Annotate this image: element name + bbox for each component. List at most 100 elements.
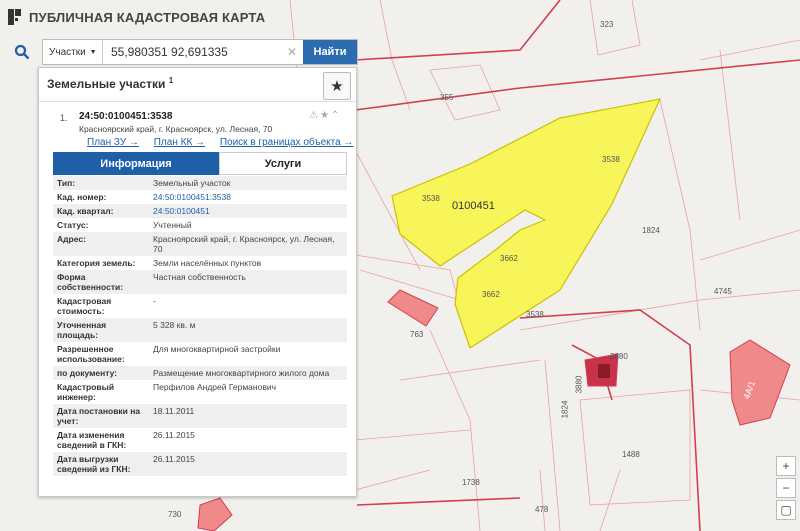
table-row: Дата постановки на учет: 18.11.2011 (53, 404, 347, 428)
row-value: Земли населённых пунктов (153, 258, 262, 268)
map-label-478: 478 (535, 505, 549, 514)
row-key: Кадастровый инженер: (57, 382, 115, 402)
row-key: Адрес: (57, 234, 86, 244)
row-value: Учтенный (153, 220, 192, 230)
search-in-bounds-link[interactable]: Поиск в границах объекта → (220, 137, 354, 148)
search-button[interactable] (8, 39, 36, 65)
map-label-3662-a: 3662 (500, 254, 518, 263)
app-title: ПУБЛИЧНАЯ КАДАСТРОВАЯ КАРТА (29, 9, 266, 25)
search-bar: Участки ▼ ✕ Найти (8, 39, 358, 65)
result-address: Красноярский край, г. Красноярск, ул. Ле… (79, 124, 273, 134)
row-value: Земельный участок (153, 178, 231, 188)
star-icon: ★ (330, 78, 344, 95)
map-label-3538-c: 3538 (526, 310, 544, 319)
table-row: Кад. номер: 24:50:0100451:3538 (53, 190, 347, 204)
table-row: Категория земель: Земли населённых пункто… (53, 256, 347, 270)
map-label-3880-b: 3880 (574, 375, 584, 394)
row-value: Частная собственность (153, 272, 246, 282)
map-tool-button[interactable]: − (776, 478, 796, 498)
table-row: Разрешенное использование: Для многокварт… (53, 342, 347, 366)
map-label-355: 355 (440, 93, 454, 102)
map-label-3538-b: 3538 (422, 194, 440, 203)
clear-icon[interactable]: ✕ (285, 45, 299, 59)
row-key: Разрешенное использование: (57, 344, 125, 364)
row-key: Категория земель: (57, 258, 136, 268)
favorite-button[interactable]: ★ (323, 72, 351, 100)
table-row: по документу: Размещение многоквартирного… (53, 366, 347, 380)
row-key: Кад. номер: (57, 192, 107, 202)
warning-icon[interactable]: ⚠ (309, 110, 320, 121)
row-key: Дата выгрузки сведений из ГКН: (57, 454, 131, 474)
map-label-3538-a: 3538 (602, 155, 620, 164)
row-key: Уточненная площадь: (57, 320, 107, 340)
result-links: План ЗУ → План КК → Поиск в границах объ… (87, 137, 356, 148)
row-value: Для многоквартирной застройки (153, 344, 281, 354)
result-cad-number[interactable]: 24:50:0100451:3538 (79, 111, 172, 122)
minus-icon: − (782, 481, 790, 495)
chevron-up-icon[interactable]: ⌃ (331, 110, 341, 121)
table-row: Кадастровая стоимость: - (53, 294, 347, 318)
zoom-in-button[interactable]: + (776, 456, 796, 476)
row-value-link[interactable]: 24:50:0100451 (149, 204, 347, 218)
map-label-1738: 1738 (462, 478, 480, 487)
tab-information[interactable]: Информация (53, 152, 219, 175)
row-value: Перфилов Андрей Германович (153, 382, 277, 392)
table-row: Кадастровый инженер: Перфилов Андрей Герм… (53, 380, 347, 404)
info-panel: Земельные участки 1 ★ 1. 24:50:0100451:3… (38, 67, 357, 497)
table-row: Кад. квартал: 24:50:0100451 (53, 204, 347, 218)
map-label-4745: 4745 (714, 287, 732, 296)
plan-zu-link[interactable]: План ЗУ → (87, 137, 139, 148)
info-table: Тип: Земельный участок Кад. номер: 24:50:0… (53, 176, 347, 476)
search-box: Участки ▼ ✕ Найти (42, 39, 358, 65)
map-label-323: 323 (600, 20, 614, 29)
map-label-3662-b: 3662 (482, 290, 500, 299)
row-value: 5 328 кв. м (153, 320, 196, 330)
map-label-1488: 1488 (622, 450, 640, 459)
table-row: Статус: Учтенный (53, 218, 347, 232)
map-tool-button-2[interactable]: ▢ (776, 500, 796, 520)
row-key: Форма собственности: (57, 272, 124, 292)
row-value-link[interactable]: 24:50:0100451:3538 (149, 190, 347, 204)
panel-title-count: 1 (168, 76, 174, 85)
logo-icon (8, 9, 21, 25)
plan-kk-link[interactable]: План КК → (154, 137, 205, 148)
layers-icon: ▢ (780, 503, 792, 517)
row-key: Дата постановки на учет: (57, 406, 141, 426)
search-type-label: Участки (49, 46, 86, 58)
row-key: по документу: (57, 368, 118, 378)
table-row: Уточненная площадь: 5 328 кв. м (53, 318, 347, 342)
row-value: 18.11.2011 (153, 406, 195, 416)
find-button[interactable]: Найти (303, 40, 357, 64)
search-input[interactable] (107, 40, 291, 64)
row-value: 26.11.2015 (153, 430, 195, 440)
row-key: Дата изменения сведений в ГКН: (57, 430, 127, 450)
chevron-down-icon: ▼ (89, 48, 97, 56)
row-key: Тип: (57, 178, 76, 188)
table-row: Тип: Земельный участок (53, 176, 347, 190)
panel-title-text: Земельные участки (47, 77, 166, 91)
divider (39, 101, 356, 102)
map-label-3880-a: 3880 (610, 352, 628, 361)
table-row: Форма собственности: Частная собственност… (53, 270, 347, 294)
map-label-763: 763 (410, 330, 424, 339)
map-label-1824-a: 1824 (642, 226, 660, 235)
table-row: Дата изменения сведений в ГКН: 26.11.2015 (53, 428, 347, 452)
row-value: 26.11.2015 (153, 454, 195, 464)
map-label-quarter: 0100451 (452, 200, 495, 212)
table-row: Дата выгрузки сведений из ГКН: 26.11.2015 (53, 452, 347, 476)
row-value: - (153, 296, 156, 306)
map-label-730: 730 (168, 510, 182, 519)
result-number: 1. (60, 113, 68, 123)
row-key: Кад. квартал: (57, 206, 114, 216)
panel-title: Земельные участки 1 (47, 76, 173, 91)
row-value: Размещение многоквартирного жилого дома (153, 368, 330, 378)
tab-services[interactable]: Услуги (219, 152, 347, 175)
search-type-select[interactable]: Участки ▼ (43, 40, 103, 64)
star-icon[interactable]: ★ (320, 110, 331, 121)
result-actions: ⚠★⌃ (309, 110, 341, 121)
row-key: Кадастровая стоимость: (57, 296, 112, 316)
app-header: ПУБЛИЧНАЯ КАДАСТРОВАЯ КАРТА (0, 0, 357, 34)
map-label-1824-b: 1824 (560, 400, 570, 419)
row-value: Красноярский край, г. Красноярск, ул. Ле… (153, 234, 335, 254)
plus-icon: + (782, 459, 790, 473)
